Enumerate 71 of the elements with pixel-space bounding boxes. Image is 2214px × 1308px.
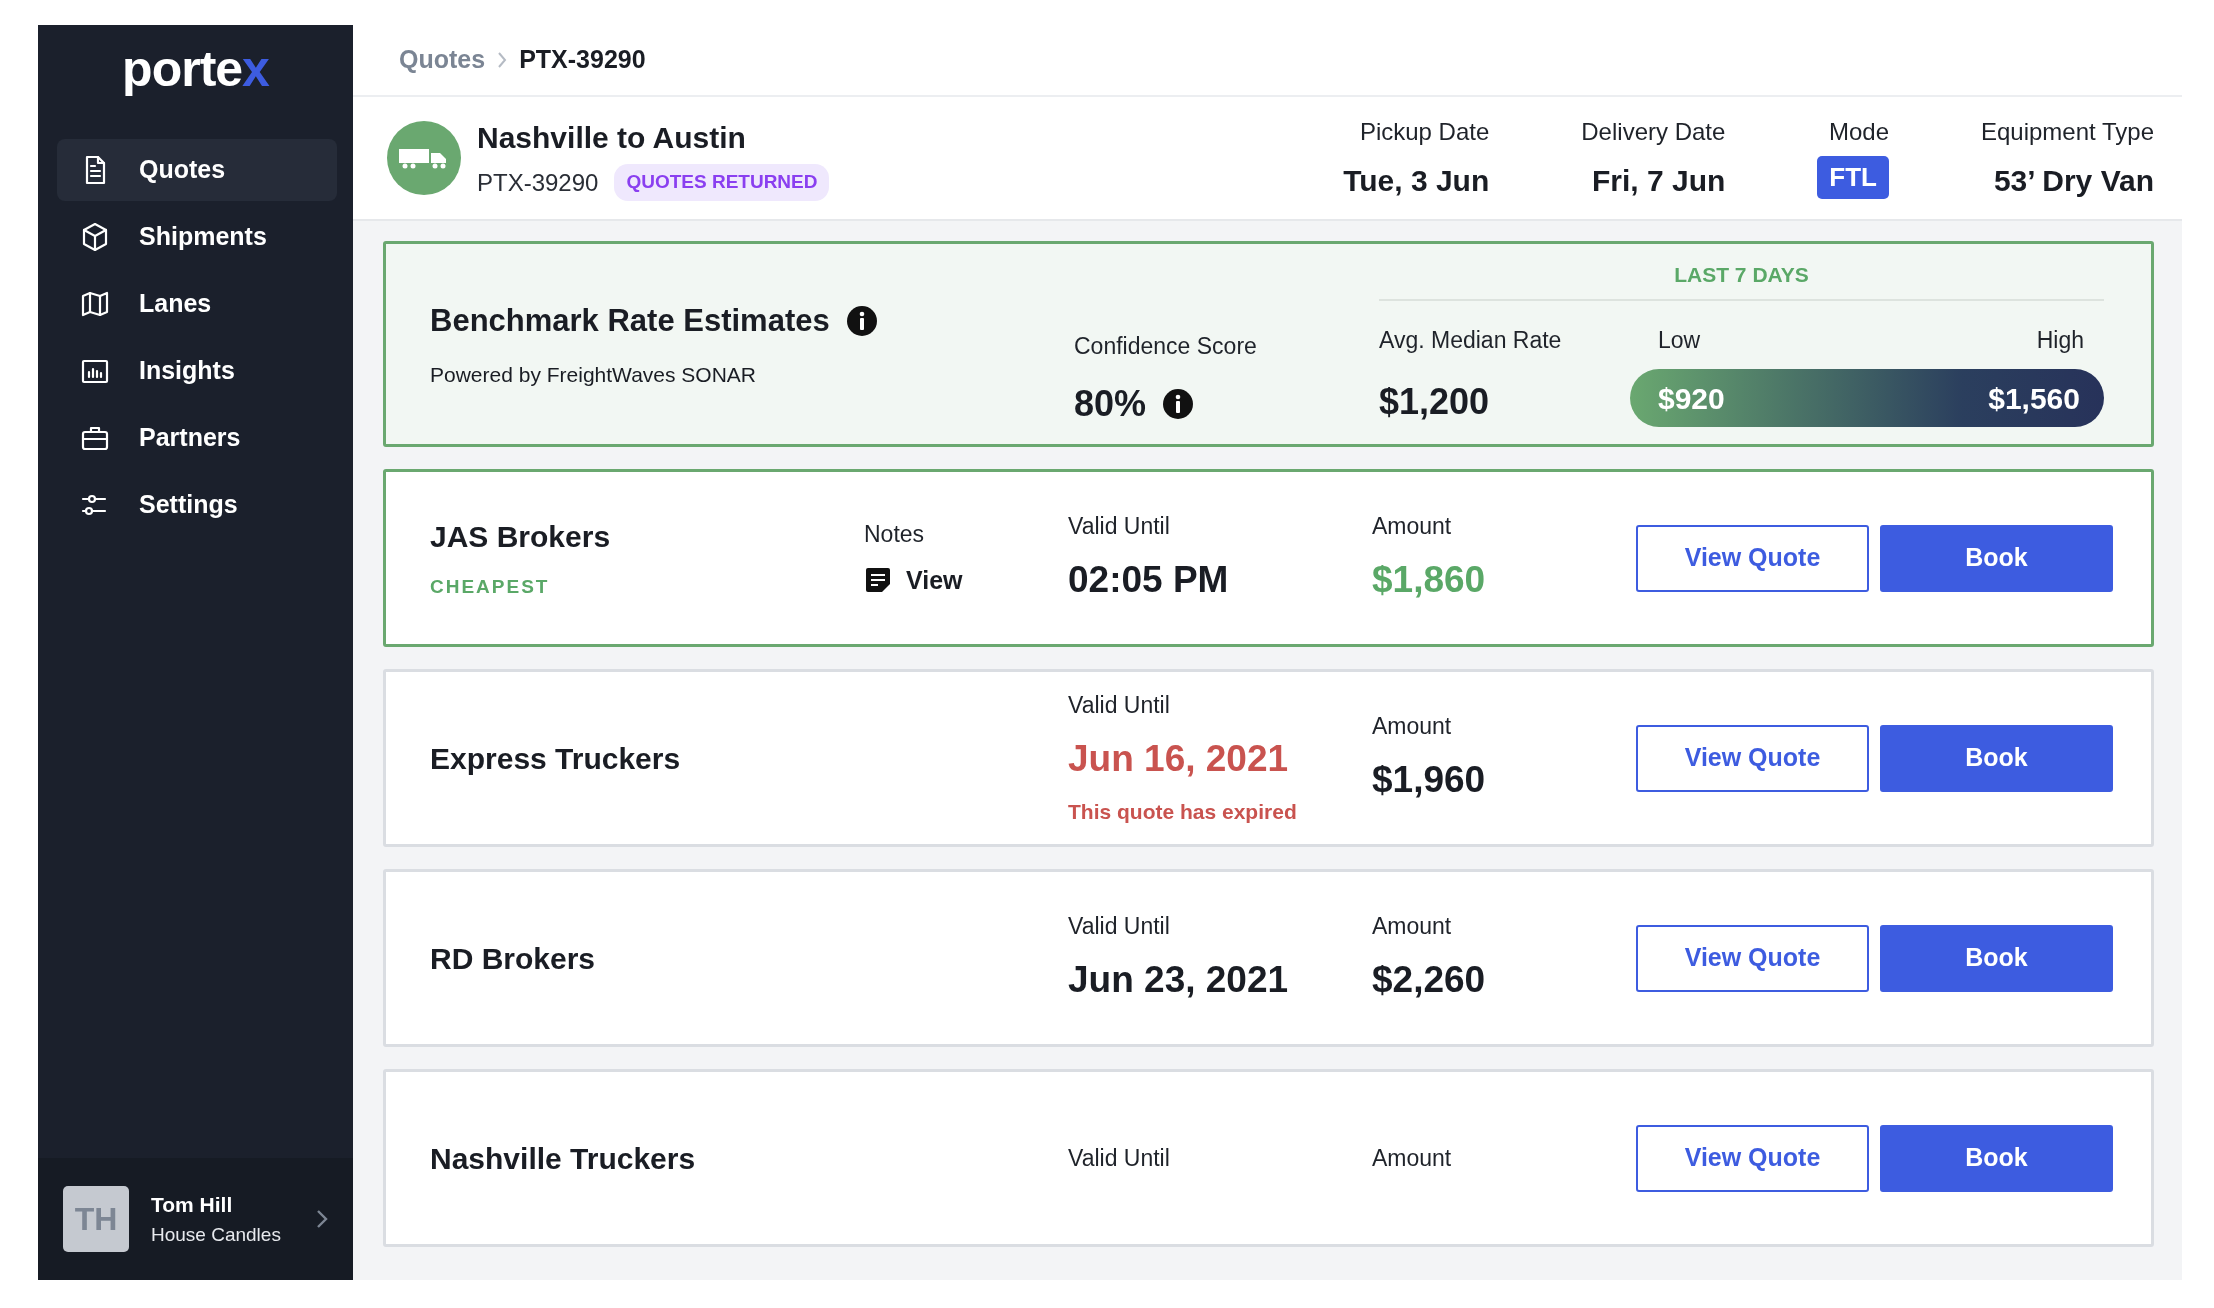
field-label: Amount (1372, 912, 1453, 941)
book-button[interactable]: Book (1880, 924, 2113, 992)
low-rate: $920 (1658, 380, 1725, 417)
view-quote-button[interactable]: View Quote (1636, 524, 1869, 592)
book-button[interactable]: Book (1880, 724, 2113, 792)
confidence-value: 80% (1074, 382, 1147, 427)
nav-item[interactable]: Quotes (57, 139, 337, 201)
carrier-name: Nashville Truckers (430, 1140, 697, 1177)
high-rate: $1,560 (1988, 380, 2080, 417)
expired-note: This quote has expired (1068, 799, 1298, 826)
detail-label: Mode (1827, 116, 1889, 147)
amount-value: $1,960 (1372, 757, 1487, 802)
breadcrumb-link[interactable]: Quotes (399, 41, 486, 79)
shipment-id: PTX-39290 (477, 167, 599, 198)
mode-badge: FTL (1817, 155, 1889, 199)
low-label: Low (1658, 325, 1701, 355)
user-name: Tom Hill (151, 1192, 234, 1218)
amount-value: $1,860 (1372, 557, 1487, 602)
user-panel[interactable]: TH Tom Hill House Candles (38, 1158, 353, 1280)
field-label: Amount (1372, 712, 1453, 741)
field-label: Amount (1372, 512, 1453, 541)
info-icon[interactable] (845, 305, 878, 338)
carrier-name: Express Truckers (430, 740, 682, 777)
detail-label: Equipment Type (1981, 116, 2154, 147)
detail-value: 53’ Dry Van (1992, 162, 2154, 199)
amount-value: $2,260 (1372, 957, 1487, 1002)
view-quote-button[interactable]: View Quote (1636, 924, 1869, 992)
book-button[interactable]: Book (1880, 524, 2113, 592)
field-label: Avg. Median Rate (1379, 325, 1563, 355)
status-badge: QUOTES RETURNED (614, 164, 830, 201)
detail-value: Tue, 3 Jun (1343, 162, 1490, 199)
valid-until-value: Jun 16, 2021 (1068, 736, 1290, 781)
card-subtitle: Powered by FreightWaves SONAR (430, 361, 757, 388)
view-quote-button[interactable]: View Quote (1636, 724, 1869, 792)
carrier-name: RD Brokers (430, 940, 597, 977)
high-label: High (2036, 325, 2084, 355)
note-icon (864, 566, 892, 595)
book-button[interactable]: Book (1880, 1124, 2113, 1192)
nav-item[interactable]: Insights (57, 340, 337, 402)
logo-text: portex (121, 40, 270, 99)
detail-value: Fri, 7 Jun (1590, 162, 1726, 199)
valid-until-value: Jun 23, 2021 (1068, 957, 1290, 1002)
nav-item[interactable]: Settings (57, 474, 337, 536)
carrier-name: JAS Brokers (430, 519, 612, 556)
company-name: House Candles (151, 1222, 281, 1247)
field-label: Notes (864, 520, 926, 549)
breadcrumb-current: PTX-39290 (519, 44, 646, 76)
detail-label: Pickup Date (1358, 116, 1490, 147)
nav-item[interactable]: Lanes (57, 273, 337, 335)
field-label: Amount (1372, 1143, 1453, 1173)
view-quote-button[interactable]: View Quote (1636, 1124, 1869, 1192)
valid-until-value: 02:05 PM (1068, 557, 1230, 602)
route-title: Nashville to Austin (477, 120, 747, 157)
period-label: LAST 7 DAYS (1379, 259, 2104, 301)
nav-item[interactable]: Shipments (57, 206, 337, 268)
avatar: TH (63, 1186, 129, 1252)
field-label: Valid Until (1068, 1143, 1171, 1173)
field-label: Valid Until (1068, 691, 1171, 721)
chevron-icon (497, 51, 508, 69)
field-label: Confidence Score (1074, 331, 1258, 361)
field-label: Valid Until (1068, 512, 1171, 541)
info-icon[interactable] (1162, 388, 1195, 421)
detail-label: Delivery Date (1581, 116, 1726, 147)
median-rate: $1,200 (1379, 380, 1491, 424)
notes-link[interactable]: View (864, 561, 963, 599)
chevron-icon (316, 1209, 328, 1229)
nav-item[interactable]: Partners (57, 407, 337, 469)
card-title: Benchmark Rate Estimates (430, 302, 830, 340)
truck-icon (387, 121, 461, 195)
cheapest-tag: CHEAPEST (430, 573, 864, 602)
field-label: Valid Until (1068, 912, 1171, 941)
